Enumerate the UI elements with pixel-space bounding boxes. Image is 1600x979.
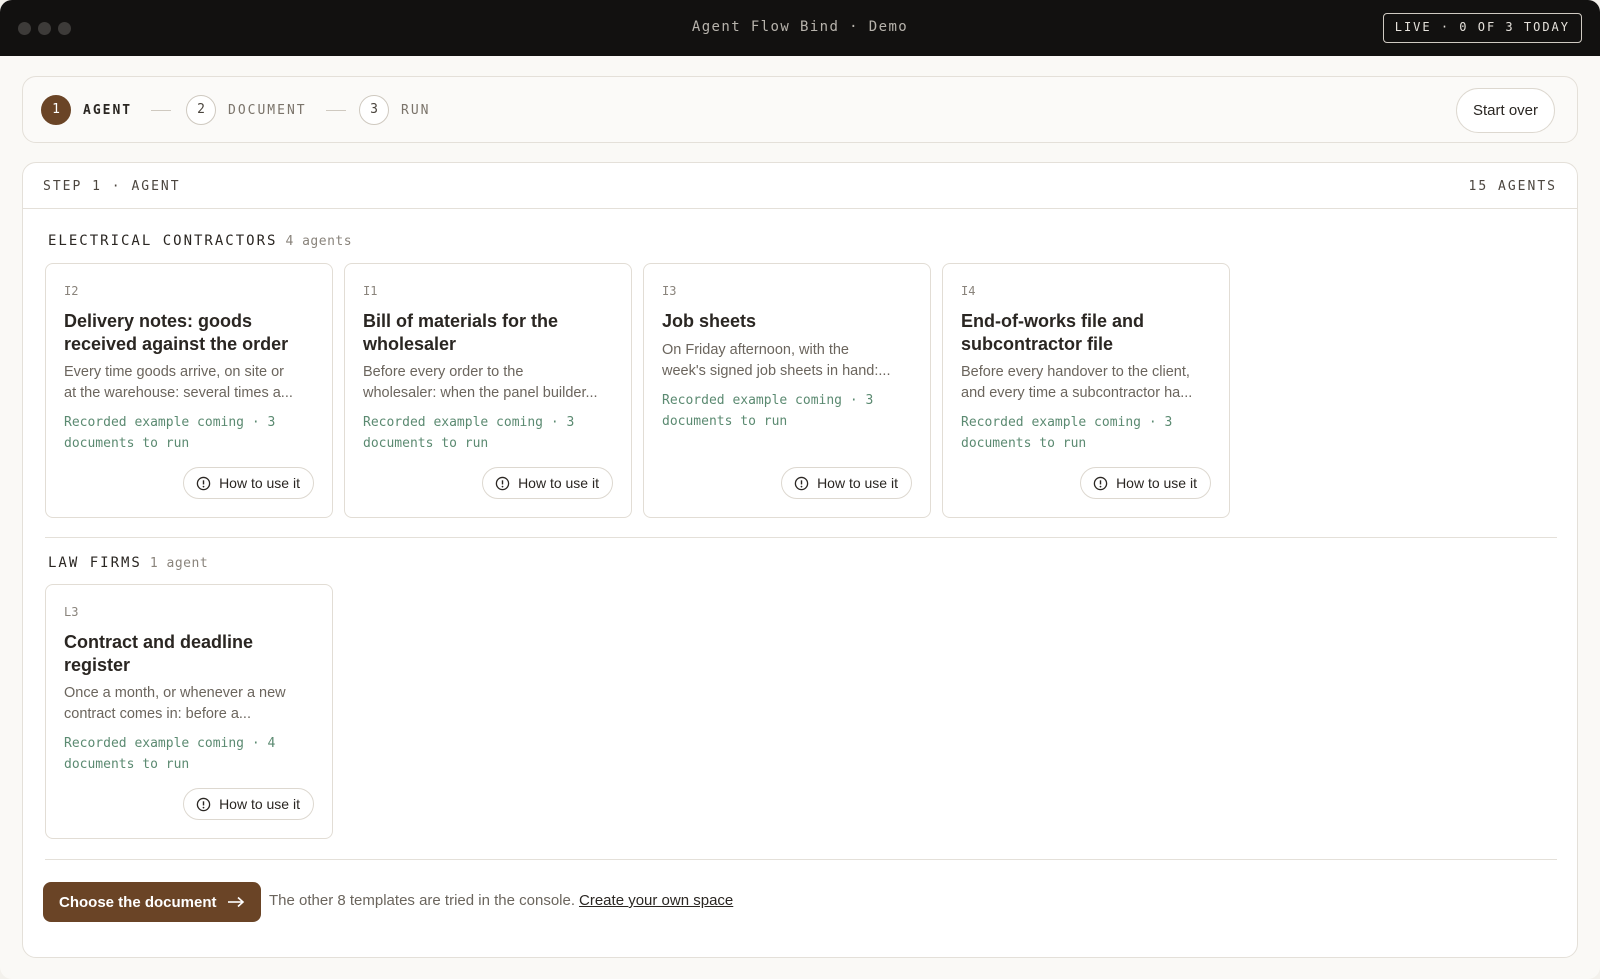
info-circle-icon bbox=[196, 476, 211, 490]
group-count: 1 agent bbox=[149, 556, 209, 571]
description-line: Before every handover to the client, bbox=[961, 364, 1190, 380]
agent-description: On Friday afternoon, with the week's sig… bbox=[662, 340, 914, 382]
description-line: and every time a subcontractor ha... bbox=[961, 385, 1193, 401]
agent-card-i2[interactable]: I2 Delivery notes: goods received agains… bbox=[45, 263, 333, 518]
agent-card-i4[interactable]: I4 End-of-works file and subcontractor f… bbox=[942, 263, 1230, 518]
description-line: week's signed job sheets in hand:... bbox=[662, 363, 891, 379]
agent-code: L3 bbox=[64, 605, 79, 619]
agent-title: End-of-works file and subcontractor file bbox=[961, 311, 1145, 354]
description-line: contract comes in: before a... bbox=[64, 706, 251, 722]
agent-card-i1[interactable]: I1 Bill of materials for the wholesaler … bbox=[344, 263, 632, 518]
title-bar: Agent Flow Bind · Demo LIVE · 0 OF 3 TOD… bbox=[0, 0, 1600, 56]
how-to-use-button[interactable]: How to use it bbox=[781, 467, 912, 499]
group-count: 4 agents bbox=[285, 234, 353, 249]
group-name: LAW FIRMS bbox=[48, 555, 142, 571]
agent-title: Job sheets bbox=[662, 311, 757, 331]
agent-meta: Recorded example coming · 3 documents to… bbox=[64, 415, 276, 451]
agent-code: I2 bbox=[64, 284, 79, 298]
info-circle-icon bbox=[794, 476, 809, 490]
agent-description: Before every handover to the client, and… bbox=[961, 362, 1213, 404]
panel-header: STEP 1 · AGENT 15 AGENTS bbox=[23, 163, 1577, 209]
how-to-use-button[interactable]: How to use it bbox=[482, 467, 613, 499]
agent-title: Contract and deadline register bbox=[64, 632, 254, 675]
step-label: DOCUMENT bbox=[228, 102, 307, 118]
button-label: How to use it bbox=[1116, 475, 1197, 491]
description-line: Every time goods arrive, on site or bbox=[64, 364, 285, 380]
button-label: How to use it bbox=[219, 475, 300, 491]
live-status-badge: LIVE · 0 OF 3 TODAY bbox=[1382, 13, 1582, 43]
description-line: wholesaler: when the panel builder... bbox=[363, 385, 598, 401]
how-to-use-button[interactable]: How to use it bbox=[1080, 467, 1211, 499]
step-number: 1 bbox=[41, 95, 71, 125]
agent-meta: Recorded example coming · 4 documents to… bbox=[64, 736, 276, 772]
agent-count: 15 AGENTS bbox=[1468, 179, 1557, 194]
agent-meta: Recorded example coming · 3 documents to… bbox=[662, 393, 874, 429]
footer-note: The other 8 templates are tried in the c… bbox=[269, 892, 733, 909]
step-label: RUN bbox=[401, 102, 431, 118]
button-label: Choose the document bbox=[59, 893, 217, 911]
footer-divider bbox=[45, 859, 1557, 860]
info-circle-icon bbox=[196, 797, 211, 811]
how-to-use-button[interactable]: How to use it bbox=[183, 788, 314, 820]
step-agent[interactable]: 1 AGENT bbox=[41, 95, 132, 125]
agent-title: Delivery notes: goods received against t… bbox=[64, 311, 289, 354]
step-run[interactable]: 3 RUN bbox=[359, 95, 430, 125]
agent-selection-panel: STEP 1 · AGENT 15 AGENTS ELECTRICAL CONT… bbox=[22, 162, 1578, 958]
agent-meta: Recorded example coming · 3 documents to… bbox=[363, 415, 575, 451]
description-line: Once a month, or whenever a new bbox=[64, 685, 286, 701]
group-divider bbox=[45, 537, 1557, 538]
stepper: 1 AGENT 2 DOCUMENT 3 RUN Start over bbox=[22, 76, 1578, 143]
agent-title: Bill of materials for the wholesaler bbox=[363, 311, 559, 354]
button-label: How to use it bbox=[817, 475, 898, 491]
step-number: 2 bbox=[186, 95, 216, 125]
group-name: ELECTRICAL CONTRACTORS bbox=[48, 233, 278, 249]
step-label: AGENT bbox=[83, 102, 133, 118]
agent-description: Before every order to the wholesaler: wh… bbox=[363, 362, 615, 404]
panel-step-title: STEP 1 · AGENT bbox=[43, 179, 181, 194]
agent-code: I3 bbox=[662, 284, 677, 298]
footer-note-text: The other 8 templates are tried in the c… bbox=[269, 892, 576, 909]
agent-code: I1 bbox=[363, 284, 378, 298]
agent-code: I4 bbox=[961, 284, 976, 298]
description-line: On Friday afternoon, with the bbox=[662, 342, 849, 358]
info-circle-icon bbox=[1093, 476, 1108, 490]
start-over-button[interactable]: Start over bbox=[1455, 88, 1555, 133]
how-to-use-button[interactable]: How to use it bbox=[183, 467, 314, 499]
group-heading-electrical-contractors: ELECTRICAL CONTRACTORS 4 agents bbox=[48, 233, 352, 249]
agent-card-i3[interactable]: I3 Job sheets On Friday afternoon, with … bbox=[643, 263, 931, 518]
agent-description: Every time goods arrive, on site or at t… bbox=[64, 362, 316, 404]
step-document[interactable]: 2 DOCUMENT bbox=[186, 95, 307, 125]
info-circle-icon bbox=[495, 476, 510, 490]
window-title: Agent Flow Bind · Demo bbox=[691, 19, 909, 35]
step-connector bbox=[151, 110, 171, 111]
choose-document-button[interactable]: Choose the document bbox=[43, 882, 261, 922]
button-label: How to use it bbox=[518, 475, 599, 491]
agent-meta: Recorded example coming · 3 documents to… bbox=[961, 415, 1173, 451]
agent-card-l3[interactable]: L3 Contract and deadline register Once a… bbox=[45, 584, 333, 839]
app-window: Agent Flow Bind · Demo LIVE · 0 OF 3 TOD… bbox=[0, 0, 1600, 979]
arrow-right-icon bbox=[227, 896, 244, 908]
step-number: 3 bbox=[359, 95, 389, 125]
create-own-space-link[interactable]: Create your own space bbox=[579, 892, 733, 909]
button-label: How to use it bbox=[219, 796, 300, 812]
description-line: at the warehouse: several times a... bbox=[64, 385, 293, 401]
group-heading-law-firms: LAW FIRMS 1 agent bbox=[48, 555, 208, 571]
description-line: Before every order to the bbox=[363, 364, 524, 380]
agent-description: Once a month, or whenever a new contract… bbox=[64, 683, 316, 725]
step-connector bbox=[326, 110, 346, 111]
